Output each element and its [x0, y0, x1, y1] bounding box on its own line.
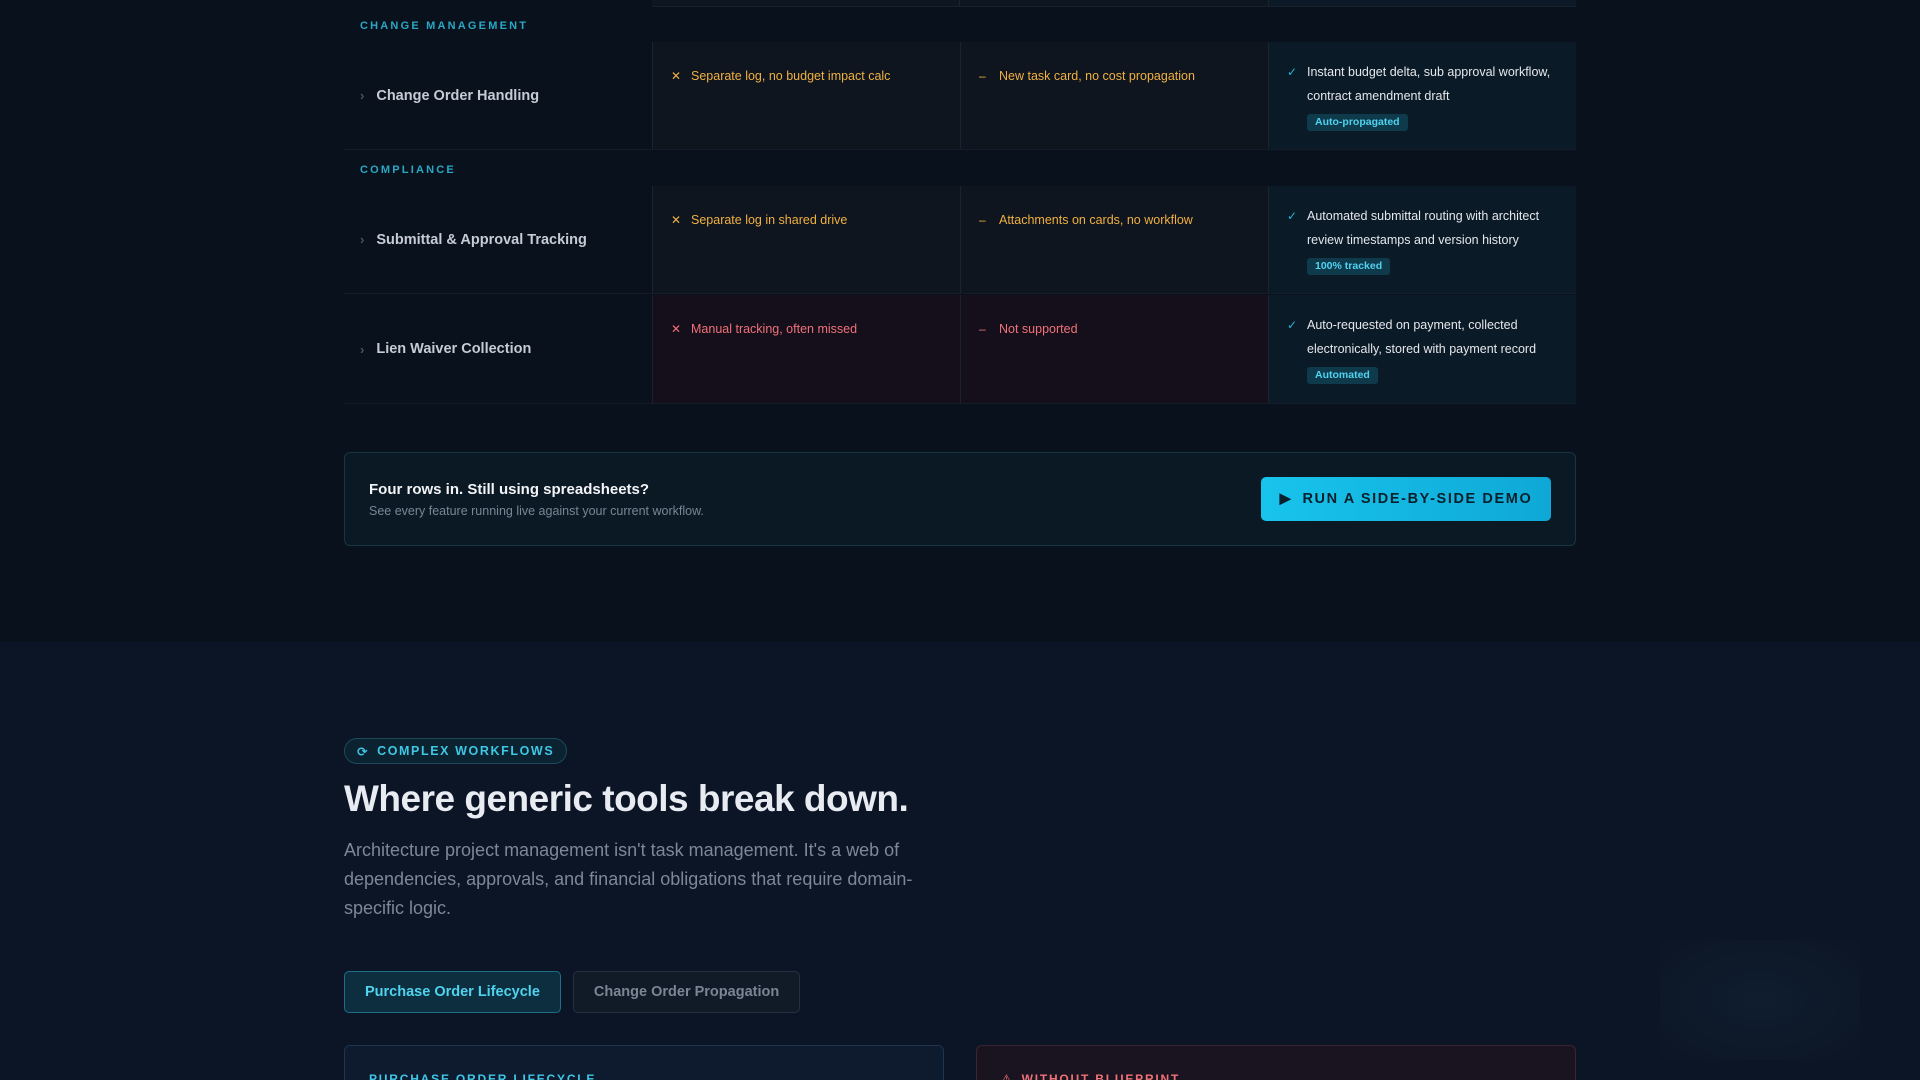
panel-title: PURCHASE ORDER LIFECYCLE	[369, 1072, 597, 1080]
comparison-cell-generic-tool: – Not supported	[960, 295, 1268, 403]
comparison-cell-blueprint: ✓ Automated submittal routing with archi…	[1268, 186, 1576, 293]
previous-row-edge	[652, 0, 1576, 7]
check-icon: ✓	[1287, 318, 1298, 332]
cell-text: Not supported	[999, 322, 1078, 336]
comparison-cell-blueprint: ✓ Instant budget delta, sub approval wor…	[1268, 42, 1576, 149]
x-icon: ✕	[671, 322, 682, 336]
cell-text: New task card, no cost propagation	[999, 69, 1195, 83]
x-icon: ✕	[671, 69, 682, 83]
feature-cell[interactable]: › Submittal & Approval Tracking	[344, 186, 652, 293]
cta-subtitle: See every feature running live against y…	[369, 504, 704, 518]
group-label-compliance: COMPLIANCE	[360, 164, 456, 176]
group-label-change-management: CHANGE MANAGEMENT	[360, 20, 529, 32]
dash-icon: –	[979, 213, 986, 227]
dash-icon: –	[979, 322, 986, 336]
comparison-cell-spreadsheet: ✕ Manual tracking, often missed	[652, 295, 960, 403]
dash-icon: –	[979, 69, 986, 83]
section-lead: Architecture project management isn't ta…	[344, 840, 913, 918]
feature-label: Change Order Handling	[376, 87, 540, 104]
run-demo-label: RUN A SIDE-BY-SIDE DEMO	[1302, 491, 1533, 507]
tab-purchase-order-lifecycle[interactable]: Purchase Order Lifecycle	[344, 971, 561, 1013]
warning-icon: ⚠	[1001, 1072, 1014, 1080]
table-row[interactable]: › Submittal & Approval Tracking ✕ Separa…	[344, 186, 1576, 294]
comparison-cell-generic-tool: – Attachments on cards, no workflow	[960, 186, 1268, 293]
status-badge: Auto-propagated	[1307, 114, 1408, 131]
table-row[interactable]: › Change Order Handling ✕ Separate log, …	[344, 42, 1576, 150]
status-badge: Automated	[1307, 367, 1378, 384]
chevron-right-icon: ›	[360, 88, 365, 103]
cell-text: Manual tracking, often missed	[691, 322, 858, 336]
cell-text: Auto-requested on payment, collected ele…	[1307, 318, 1537, 356]
check-icon: ✓	[1287, 209, 1298, 223]
cell-text: Instant budget delta, sub approval workf…	[1307, 65, 1551, 103]
play-icon: ▶	[1279, 491, 1293, 507]
x-icon: ✕	[671, 213, 682, 227]
check-icon: ✓	[1287, 65, 1298, 79]
feature-cell[interactable]: › Change Order Handling	[344, 42, 652, 149]
workflow-tabs: Purchase Order Lifecycle Change Order Pr…	[344, 971, 801, 1013]
workflows-section	[0, 642, 1920, 1080]
chevron-right-icon: ›	[360, 232, 365, 247]
comparison-cell-spreadsheet: ✕ Separate log in shared drive	[652, 186, 960, 293]
comparison-cell-generic-tool: – New task card, no cost propagation	[960, 42, 1268, 149]
refresh-icon: ⟳	[357, 744, 370, 759]
feature-cell[interactable]: › Lien Waiver Collection	[344, 295, 652, 403]
chevron-right-icon: ›	[360, 341, 365, 357]
cell-text: Automated submittal routing with archite…	[1307, 209, 1540, 247]
panel-without-blueprint: ⚠ WITHOUT BLUEPRINT	[976, 1045, 1576, 1080]
status-badge: 100% tracked	[1307, 258, 1391, 275]
decorative-glow	[1660, 940, 1860, 1060]
feature-label: Lien Waiver Collection	[376, 341, 532, 357]
run-demo-button[interactable]: ▶ RUN A SIDE-BY-SIDE DEMO	[1261, 477, 1551, 521]
section-eyebrow: ⟳ COMPLEX WORKFLOWS	[344, 738, 568, 764]
cell-text: Separate log in shared drive	[691, 213, 848, 227]
eyebrow-label: COMPLEX WORKFLOWS	[377, 744, 555, 758]
comparison-cell-spreadsheet: ✕ Separate log, no budget impact calc	[652, 42, 960, 149]
feature-label: Submittal & Approval Tracking	[376, 231, 587, 248]
cell-text: Attachments on cards, no workflow	[999, 213, 1193, 227]
panel-purchase-order-lifecycle: PURCHASE ORDER LIFECYCLE	[344, 1045, 944, 1080]
panel-title: WITHOUT BLUEPRINT	[1021, 1072, 1181, 1080]
cta-title: Four rows in. Still using spreadsheets?	[369, 481, 650, 498]
demo-cta-banner: Four rows in. Still using spreadsheets? …	[344, 452, 1576, 546]
cell-text: Separate log, no budget impact calc	[691, 69, 891, 83]
comparison-cell-blueprint: ✓ Auto-requested on payment, collected e…	[1268, 295, 1576, 403]
section-heading: Where generic tools break down.	[344, 778, 909, 819]
table-row[interactable]: › Lien Waiver Collection ✕ Manual tracki…	[344, 295, 1576, 404]
tab-change-order-propagation[interactable]: Change Order Propagation	[572, 971, 801, 1013]
